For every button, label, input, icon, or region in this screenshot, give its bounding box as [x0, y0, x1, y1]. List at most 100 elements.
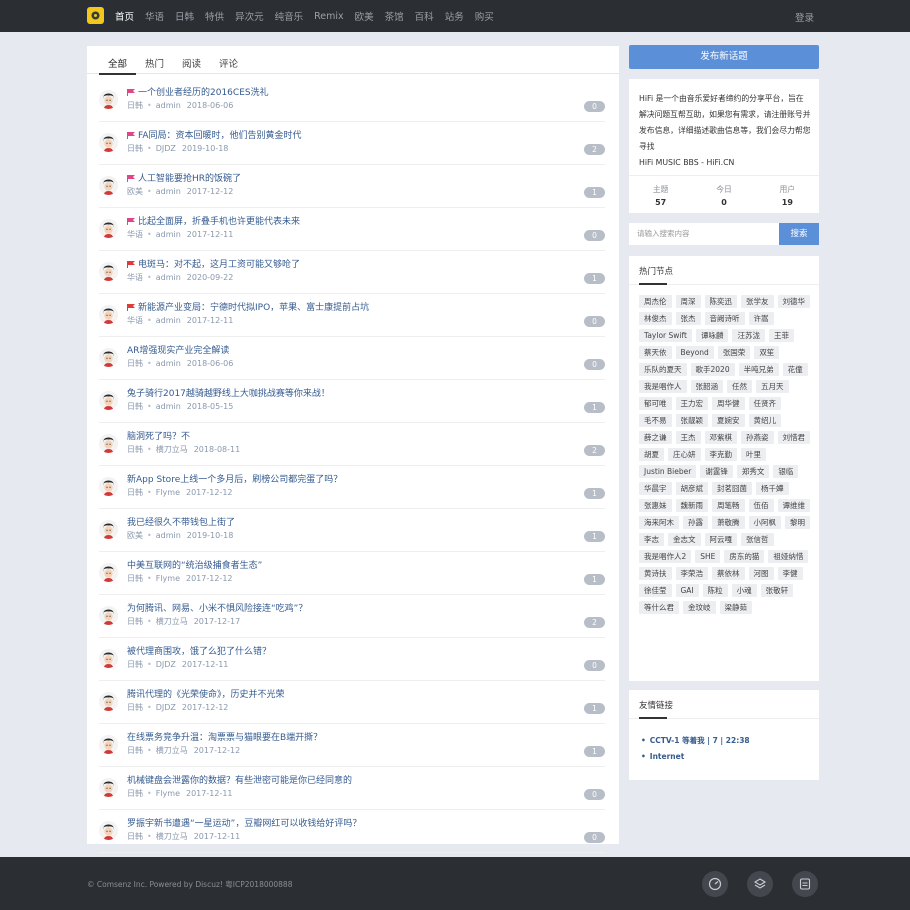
hot-tag[interactable]: 阿云嘎	[704, 533, 737, 546]
tab-2[interactable]: 阅读	[173, 46, 210, 74]
avatar[interactable]	[99, 735, 118, 754]
hot-tag[interactable]: 周杰伦	[639, 295, 672, 308]
thread-category[interactable]: 日韩	[127, 617, 143, 626]
thread-title[interactable]: FA同局：资本回暖时，他们告别黄金时代	[127, 128, 302, 141]
thread-author[interactable]: admin	[156, 359, 181, 368]
thread-category[interactable]: 欧美	[127, 187, 143, 196]
layers-icon[interactable]	[747, 871, 773, 897]
thread-category[interactable]: 日韩	[127, 574, 143, 583]
thread-row[interactable]: 中美互联网的“统治级捕食者生态” 日韩 • Flyme 2017-12-12 1	[99, 552, 605, 595]
hot-tag[interactable]: 张靓颖	[675, 414, 708, 427]
avatar[interactable]	[99, 821, 118, 840]
hot-tag[interactable]: 音阙诗听	[704, 312, 745, 325]
hot-tag[interactable]: 郑秀文	[736, 465, 770, 478]
thread-author[interactable]: DJDZ	[156, 144, 176, 153]
thread-category[interactable]: 日韩	[127, 746, 143, 755]
thread-category[interactable]: 华语	[127, 316, 143, 325]
new-topic-button[interactable]: 发布新话题	[629, 45, 819, 69]
hot-tag[interactable]: 刘惜君	[777, 431, 810, 444]
hot-tag[interactable]: 周深	[675, 295, 701, 308]
search-input[interactable]: 请输入搜索内容	[629, 223, 779, 245]
hot-tag[interactable]: 李健	[777, 567, 803, 580]
avatar[interactable]	[99, 219, 118, 238]
thread-category[interactable]: 华语	[127, 273, 143, 282]
hot-tag[interactable]: 李志	[639, 533, 664, 546]
hot-tag[interactable]: 我是唱作人2	[639, 550, 692, 563]
hot-tag[interactable]: Taylor Swift	[639, 329, 692, 342]
avatar[interactable]	[99, 305, 118, 324]
thread-title[interactable]: 被代理商围攻，饿了么犯了什么错？	[127, 644, 271, 657]
hot-tag[interactable]: 庄心妍	[668, 448, 701, 461]
thread-title[interactable]: 在线票务竞争升温：淘票票与猫眼要在B端开撕？	[127, 730, 322, 743]
thread-category[interactable]: 日韩	[127, 359, 143, 368]
thread-row[interactable]: 机械键盘会泄露你的数据？有些泄密可能是你已经同意的 日韩 • Flyme 2017-12…	[99, 767, 605, 810]
thread-row[interactable]: 新App Store上线一个多月后，刷榜公司都完蛋了吗？ 日韩 • Flyme 2017…	[99, 466, 605, 509]
hot-tag[interactable]: 金玟岐	[683, 601, 716, 614]
thread-author[interactable]: admin	[156, 316, 181, 325]
hot-tag[interactable]: GAI	[675, 584, 699, 597]
thread-row[interactable]: 被代理商围攻，饿了么犯了什么错？ 日韩 • DJDZ 2017-12-11 0	[99, 638, 605, 681]
hot-tag[interactable]: 伍佰	[748, 499, 774, 512]
hot-tag[interactable]: 杨千嬅	[756, 482, 789, 495]
avatar[interactable]	[99, 649, 118, 668]
thread-row[interactable]: 一个创业者经历的2016CES洗礼 日韩 • admin 2018-06-06 0	[99, 79, 605, 122]
nav-item[interactable]: 茶馆	[385, 9, 404, 23]
hot-tag[interactable]: 李克勤	[704, 448, 737, 461]
hot-tag[interactable]: 我是唱作人	[639, 380, 687, 393]
hot-tag[interactable]: Justin Bieber	[639, 465, 697, 478]
hot-tag[interactable]: 房东的猫	[724, 550, 765, 563]
thread-author[interactable]: admin	[156, 531, 181, 540]
thread-title[interactable]: 腾讯代理的《光荣使命》，历史并不光荣	[127, 687, 285, 700]
avatar[interactable]	[99, 133, 118, 152]
hot-tag[interactable]: 邓紫棋	[704, 431, 737, 444]
hot-tag[interactable]: 刘德华	[777, 295, 810, 308]
thread-author[interactable]: 横刀立马	[156, 617, 188, 626]
avatar[interactable]	[99, 90, 118, 109]
hot-tag[interactable]: 徐佳莹	[639, 584, 672, 597]
thread-row[interactable]: 为何腾讯、网易、小米不惧风险接连“吃鸡”？ 日韩 • 横刀立马 2017-12-17 2	[99, 595, 605, 638]
hot-tag[interactable]: 乐队的夏天	[639, 363, 687, 376]
avatar[interactable]	[99, 520, 118, 539]
hot-tag[interactable]: 夏婉安	[712, 414, 745, 427]
hot-tag[interactable]: 河图	[748, 567, 774, 580]
hot-tag[interactable]: 王力宏	[675, 397, 708, 410]
hot-tag[interactable]: SHE	[695, 550, 721, 563]
thread-category[interactable]: 日韩	[127, 445, 143, 454]
thread-category[interactable]: 欧美	[127, 531, 143, 540]
thread-title[interactable]: 比起全面屏，折叠手机也许更能代表未来	[127, 214, 300, 227]
thread-title[interactable]: 为何腾讯、网易、小米不惧风险接连“吃鸡”？	[127, 601, 307, 614]
thread-title[interactable]: 新App Store上线一个多月后，刷榜公司都完蛋了吗？	[127, 472, 342, 485]
hot-tag[interactable]: 李荣浩	[675, 567, 708, 580]
hot-tag[interactable]: 谭咏麟	[695, 329, 729, 342]
hot-tag[interactable]: 谢霆锋	[700, 465, 733, 478]
thread-row[interactable]: 电斑马：对不起，这月工资可能又够呛了 华语 • admin 2020-09-22 1	[99, 251, 605, 294]
tab-0[interactable]: 全部	[99, 46, 137, 75]
thread-category[interactable]: 日韩	[127, 101, 143, 110]
hot-tag[interactable]: 张学友	[741, 295, 774, 308]
hot-tag[interactable]: 歌手2020	[690, 363, 735, 376]
thread-row[interactable]: 兔子骑行2017越骑越野线上大咖挑战赛等你来战！ 日韩 • admin 2018-05-…	[99, 380, 605, 423]
hot-tag[interactable]: 林俊杰	[639, 312, 672, 325]
hot-tag[interactable]: 双笙	[754, 346, 780, 359]
avatar[interactable]	[99, 606, 118, 625]
hot-tag[interactable]: 王菲	[768, 329, 794, 342]
hot-tag[interactable]: 黄诗扶	[639, 567, 672, 580]
thread-author[interactable]: 横刀立马	[156, 746, 188, 755]
nav-item[interactable]: 百科	[415, 9, 434, 23]
hot-tag[interactable]: 汪苏泷	[732, 329, 765, 342]
avatar[interactable]	[99, 563, 118, 582]
nav-item[interactable]: 特供	[205, 9, 224, 23]
thread-author[interactable]: Flyme	[156, 488, 180, 497]
thread-row[interactable]: 腾讯代理的《光荣使命》，历史并不光荣 日韩 • DJDZ 2017-12-12 1	[99, 681, 605, 724]
hot-tag[interactable]: 半吨兄弟	[738, 363, 779, 376]
thread-row[interactable]: 罗振宇新书遭遇“一星运动”，豆瓣网红可以收钱给好评吗？ 日韩 • 横刀立马 2017-1…	[99, 810, 605, 853]
thread-author[interactable]: admin	[156, 101, 181, 110]
hot-tag[interactable]: 叶里	[741, 448, 766, 461]
thread-title[interactable]: 机械键盘会泄露你的数据？有些泄密可能是你已经同意的	[127, 773, 352, 786]
avatar[interactable]	[99, 434, 118, 453]
hot-tag[interactable]: 周笔畅	[712, 499, 745, 512]
thread-row[interactable]: 脑洞死了吗？不 日韩 • 横刀立马 2018-08-11 2	[99, 423, 605, 466]
hot-tag[interactable]: 张国荣	[717, 346, 751, 359]
hot-tag[interactable]: 花僮	[782, 363, 808, 376]
thread-category[interactable]: 日韩	[127, 832, 143, 841]
